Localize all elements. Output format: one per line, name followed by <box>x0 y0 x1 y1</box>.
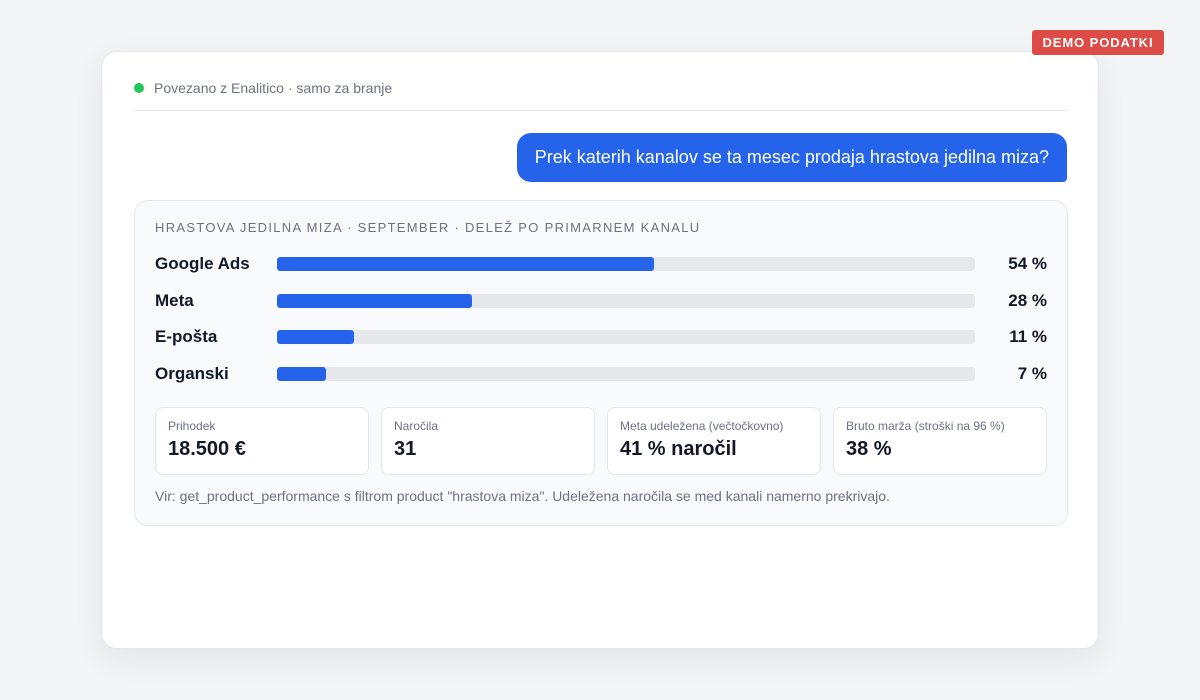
source-note: Vir: get_product_performance s filtrom p… <box>155 488 890 504</box>
channel-name: Google Ads <box>155 254 250 273</box>
connected-status-dot-icon <box>134 83 144 93</box>
stat-gross-margin: Bruto marža (stroški na 96 %) 38 % <box>833 407 1047 475</box>
stat-revenue: Prihodek 18.500 € <box>155 407 369 475</box>
connection-status: Povezano z Enalitico · samo za branje <box>134 78 392 98</box>
channel-row-email: E-pošta 11 % <box>155 324 1047 350</box>
stat-value: 38 % <box>846 438 892 460</box>
channel-share-value: 54 % <box>1008 254 1047 273</box>
card-caption: HRASTOVA JEDILNA MIZA · SEPTEMBER · DELE… <box>155 220 701 235</box>
stat-value: 18.500 € <box>168 438 246 460</box>
stat-value: 31 <box>394 438 417 460</box>
user-message-bubble: Prek katerih kanalov se ta mesec prodaja… <box>516 133 1067 182</box>
channel-name: E-pošta <box>155 327 218 346</box>
channel-row-meta: Meta 28 % <box>155 288 1047 314</box>
stat-label: Naročila <box>394 419 439 433</box>
channel-share-card: HRASTOVA JEDILNA MIZA · SEPTEMBER · DELE… <box>134 200 1068 526</box>
stat-value: 41 % naročil <box>620 438 737 460</box>
channel-row-organic: Organski 7 % <box>155 361 1047 387</box>
share-bar-fill <box>277 367 326 381</box>
share-bar-fill <box>277 257 654 271</box>
channel-name: Organski <box>155 364 229 383</box>
share-bar-track <box>277 257 975 271</box>
connection-status-text: Povezano z Enalitico · samo za branje <box>154 80 393 96</box>
channel-name: Meta <box>155 291 194 310</box>
channel-row-google-ads: Google Ads 54 % <box>155 251 1047 277</box>
stat-label: Bruto marža (stroški na 96 %) <box>846 419 1005 433</box>
share-bar-track <box>277 330 975 344</box>
stat-meta-attributed: Meta udeležena (večtočkovno) 41 % naroči… <box>607 407 821 475</box>
stat-label: Meta udeležena (večtočkovno) <box>620 419 784 433</box>
demo-data-badge: DEMO PODATKI <box>1032 30 1164 55</box>
share-bar-track <box>277 367 975 381</box>
stat-label: Prihodek <box>168 419 216 433</box>
share-bar-fill <box>277 294 473 308</box>
channel-share-value: 11 % <box>1009 327 1047 346</box>
channel-share-value: 7 % <box>1017 364 1047 383</box>
stat-orders: Naročila 31 <box>381 407 595 475</box>
channel-share-value: 28 % <box>1008 291 1047 310</box>
share-bar-track <box>277 294 975 308</box>
header-divider <box>134 110 1068 111</box>
assistant-panel: Povezano z Enalitico · samo za branje Pr… <box>101 51 1099 649</box>
share-bar-fill <box>277 330 354 344</box>
